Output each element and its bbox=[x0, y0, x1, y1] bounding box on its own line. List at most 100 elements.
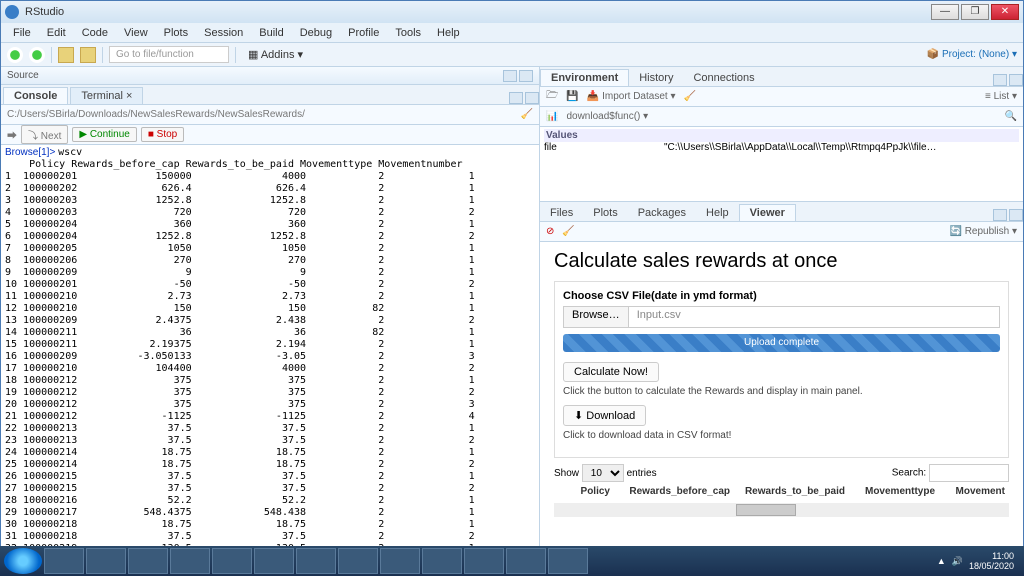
console-output[interactable]: Browse[1]> wscv Policy Rewards_before_ca… bbox=[1, 145, 539, 575]
menu-profile[interactable]: Profile bbox=[340, 27, 387, 39]
pane-max-icon[interactable] bbox=[1009, 209, 1023, 221]
menu-build[interactable]: Build bbox=[251, 27, 291, 39]
pane-min-icon[interactable] bbox=[503, 70, 517, 82]
menu-plots[interactable]: Plots bbox=[156, 27, 196, 39]
tab-help[interactable]: Help bbox=[696, 205, 739, 221]
menu-debug[interactable]: Debug bbox=[292, 27, 340, 39]
calc-note: Click the button to calculate the Reward… bbox=[563, 386, 1000, 397]
taskbar-item[interactable] bbox=[170, 548, 210, 574]
shiny-app-viewer: Calculate sales rewards at once Choose C… bbox=[540, 242, 1023, 575]
taskbar-item[interactable] bbox=[506, 548, 546, 574]
pane-max-icon[interactable] bbox=[525, 92, 539, 104]
maximize-button[interactable]: ❐ bbox=[961, 4, 989, 20]
tab-console[interactable]: Console bbox=[3, 87, 68, 104]
taskbar-item[interactable] bbox=[254, 548, 294, 574]
tab-packages[interactable]: Packages bbox=[628, 205, 696, 221]
env-var-name[interactable]: file bbox=[544, 142, 664, 153]
tray-icon[interactable]: ▲ bbox=[937, 556, 946, 566]
close-button[interactable]: ✕ bbox=[991, 4, 1019, 20]
system-tray[interactable]: ▲ 🔊 11:00 18/05/2020 bbox=[937, 551, 1020, 571]
taskbar-item[interactable] bbox=[296, 548, 336, 574]
tab-plots[interactable]: Plots bbox=[583, 205, 627, 221]
pane-min-icon[interactable] bbox=[993, 74, 1007, 86]
console-path-bar: C:/Users/SBirla/Downloads/NewSalesReward… bbox=[1, 105, 539, 125]
debug-next-button[interactable]: ⤵ Next bbox=[21, 125, 68, 144]
upload-progress: Upload complete bbox=[563, 334, 1000, 352]
pane-max-icon[interactable] bbox=[519, 70, 533, 82]
tab-history[interactable]: History bbox=[629, 70, 683, 86]
env-search-icon[interactable]: 🔍 bbox=[1005, 111, 1017, 122]
taskbar-item[interactable] bbox=[212, 548, 252, 574]
addins-dropdown[interactable]: ▦ Addins ▾ bbox=[242, 47, 309, 62]
taskbar-item[interactable] bbox=[422, 548, 462, 574]
horizontal-scrollbar[interactable] bbox=[554, 503, 1009, 517]
tab-viewer[interactable]: Viewer bbox=[739, 204, 796, 221]
taskbar-item[interactable] bbox=[548, 548, 588, 574]
debug-toolbar: ⮕ ⤵ Next ▶ Continue ■ Stop bbox=[1, 125, 539, 145]
debug-continue-button[interactable]: ▶ Continue bbox=[72, 127, 137, 142]
env-view-mode[interactable]: ≡ List ▾ bbox=[985, 91, 1017, 102]
viewer-clear-icon[interactable]: ⊘ bbox=[546, 226, 554, 237]
new-file-icon[interactable] bbox=[7, 47, 23, 63]
debug-stop-button[interactable]: ■ Stop bbox=[141, 127, 184, 142]
env-var-value: "C:\\Users\\SBirla\\AppData\\Local\\Temp… bbox=[664, 142, 937, 153]
tab-terminal[interactable]: Terminal × bbox=[70, 87, 143, 104]
tray-icon[interactable]: 🔊 bbox=[952, 556, 963, 567]
pane-min-icon[interactable] bbox=[509, 92, 523, 104]
start-button[interactable] bbox=[4, 548, 42, 574]
taskbar-item[interactable] bbox=[380, 548, 420, 574]
pane-min-icon[interactable] bbox=[993, 209, 1007, 221]
new-project-icon[interactable] bbox=[29, 47, 45, 63]
download-button[interactable]: ⬇ Download bbox=[563, 405, 646, 426]
datatable-search-input[interactable] bbox=[929, 464, 1009, 482]
taskbar-item[interactable] bbox=[464, 548, 504, 574]
page-size-select[interactable]: 10 bbox=[582, 464, 624, 482]
open-file-icon[interactable] bbox=[58, 47, 74, 63]
menu-tools[interactable]: Tools bbox=[387, 27, 429, 39]
goto-file-input[interactable]: Go to file/function bbox=[109, 46, 229, 63]
republish-button[interactable]: 🔄 Republish ▾ bbox=[949, 226, 1017, 237]
tab-connections[interactable]: Connections bbox=[683, 70, 764, 86]
download-note: Click to download data in CSV format! bbox=[563, 430, 1000, 441]
taskbar-item[interactable] bbox=[44, 548, 84, 574]
menubar: File Edit Code View Plots Session Build … bbox=[1, 23, 1023, 43]
window-title: RStudio bbox=[25, 6, 64, 18]
environment-list: Values file"C:\\Users\\SBirla\\AppData\\… bbox=[540, 127, 1023, 201]
clock-date: 18/05/2020 bbox=[969, 561, 1014, 571]
file-name-display: Input.csv bbox=[629, 307, 689, 327]
env-save-icon[interactable]: 💾 bbox=[566, 91, 578, 102]
env-section-values: Values bbox=[544, 129, 1019, 142]
menu-edit[interactable]: Edit bbox=[39, 27, 74, 39]
console-path: C:/Users/SBirla/Downloads/NewSalesReward… bbox=[7, 109, 305, 120]
import-dataset-button[interactable]: 📥 Import Dataset ▾ bbox=[587, 91, 676, 102]
browse-button[interactable]: Browse… bbox=[564, 307, 629, 327]
clear-console-icon[interactable]: 🧹 bbox=[521, 109, 533, 120]
datatable-header: Policy Rewards_before_cap Rewards_to_be_… bbox=[554, 482, 1009, 501]
taskbar-item[interactable] bbox=[128, 548, 168, 574]
file-input[interactable]: Browse… Input.csv bbox=[563, 306, 1000, 328]
console-tabs: Console Terminal × bbox=[1, 85, 539, 105]
save-icon[interactable] bbox=[80, 47, 96, 63]
env-load-icon[interactable]: 🗁 bbox=[546, 88, 558, 105]
env-tabs: Environment History Connections bbox=[540, 67, 1023, 87]
main-toolbar: Go to file/function ▦ Addins ▾ 📦 Project… bbox=[1, 43, 1023, 67]
menu-file[interactable]: File bbox=[5, 27, 39, 39]
menu-view[interactable]: View bbox=[116, 27, 156, 39]
viewer-broom-icon[interactable]: 🧹 bbox=[562, 226, 574, 237]
minimize-button[interactable]: — bbox=[931, 4, 959, 20]
taskbar-item[interactable] bbox=[86, 548, 126, 574]
pane-max-icon[interactable] bbox=[1009, 74, 1023, 86]
menu-help[interactable]: Help bbox=[429, 27, 468, 39]
windows-taskbar: ▲ 🔊 11:00 18/05/2020 bbox=[0, 546, 1024, 576]
env-scope-dropdown[interactable]: download$func() ▾ bbox=[566, 111, 648, 122]
tab-files[interactable]: Files bbox=[540, 205, 583, 221]
project-selector[interactable]: 📦 Project: (None) ▾ bbox=[927, 49, 1017, 60]
taskbar-item[interactable] bbox=[338, 548, 378, 574]
file-input-label: Choose CSV File(date in ymd format) bbox=[563, 290, 1000, 302]
tab-environment[interactable]: Environment bbox=[540, 69, 629, 86]
source-pane-header: Source bbox=[1, 67, 539, 85]
env-clear-icon[interactable]: 🧹 bbox=[684, 91, 696, 102]
calculate-button[interactable]: Calculate Now! bbox=[563, 362, 659, 382]
menu-code[interactable]: Code bbox=[74, 27, 116, 39]
menu-session[interactable]: Session bbox=[196, 27, 251, 39]
